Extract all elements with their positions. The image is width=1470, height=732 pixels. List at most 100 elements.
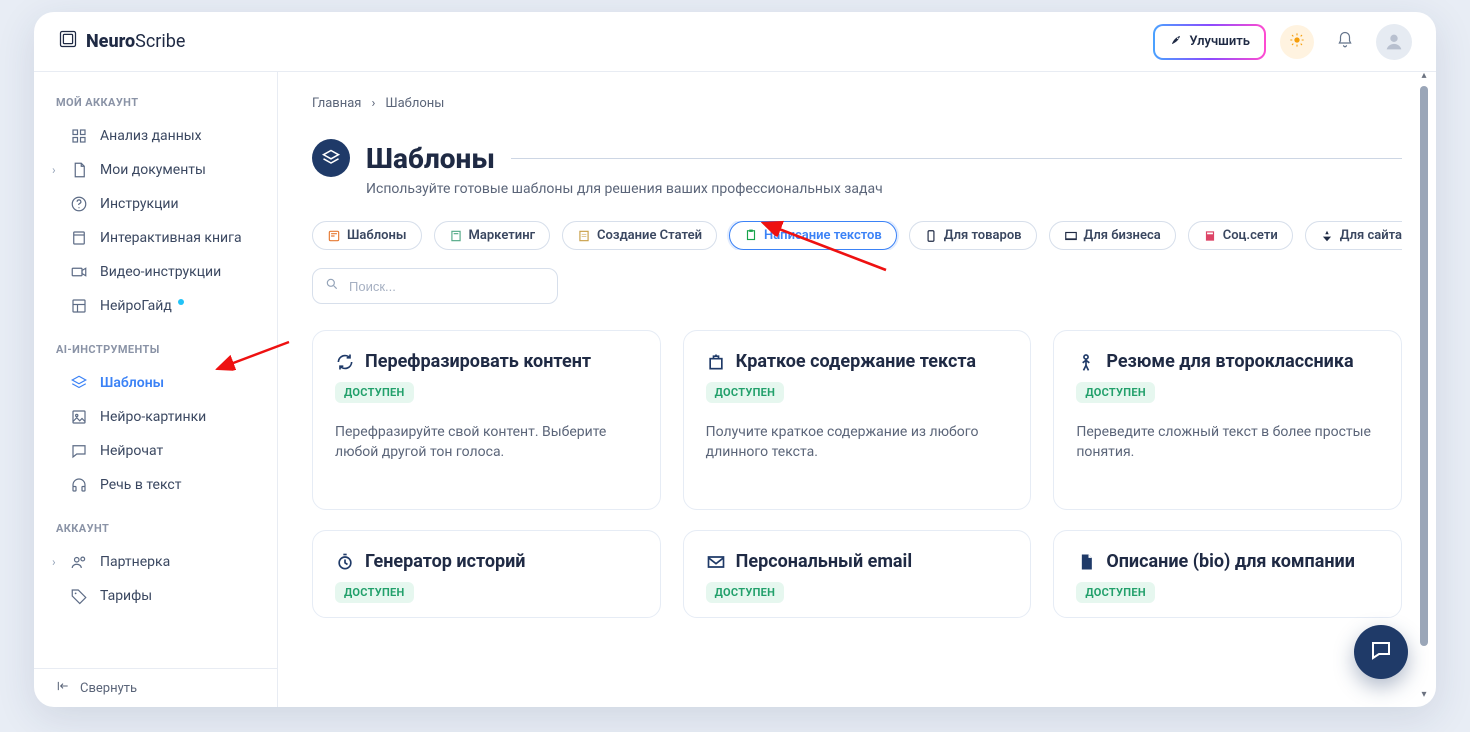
sidebar-item-documents[interactable]: Мои документы [34, 153, 277, 187]
search-input[interactable] [349, 279, 545, 294]
card-title: Перефразировать контент [365, 351, 591, 372]
search-icon [325, 277, 339, 295]
filter-pill-marketing[interactable]: Маркетинг [434, 221, 551, 250]
sidebar-section-acct-title: АККАУНТ [34, 518, 277, 545]
sidebar-item-label: Нейро-картинки [100, 409, 206, 425]
filter-pill-website[interactable]: Для сайта [1305, 221, 1402, 250]
writing-pill-icon [744, 229, 758, 243]
status-badge: ДОСТУПЕН [335, 382, 414, 403]
status-badge: ДОСТУПЕН [706, 382, 785, 403]
bell-icon [1336, 31, 1354, 53]
sidebar-item-video[interactable]: Видео-инструкции [34, 255, 277, 289]
filter-pill-social[interactable]: Соц.сети [1188, 221, 1293, 250]
template-card[interactable]: Генератор историй ДОСТУПЕН [312, 530, 661, 618]
sidebar-item-affiliate[interactable]: Партнерка [34, 545, 277, 579]
avatar[interactable] [1376, 24, 1412, 60]
template-card[interactable]: Краткое содержание текста ДОСТУПЕН Получ… [683, 330, 1032, 510]
marketing-pill-icon [449, 229, 463, 243]
filter-label: Для бизнеса [1084, 228, 1161, 243]
filter-pill-templates[interactable]: Шаблоны [312, 221, 422, 250]
search-box[interactable] [312, 268, 558, 304]
sidebar-collapse[interactable]: Свернуть [34, 668, 277, 707]
status-badge: ДОСТУПЕН [335, 582, 414, 603]
sidebar-item-instructions[interactable]: Инструкции [34, 187, 277, 221]
scroll-down-icon[interactable]: ▾ [1418, 689, 1430, 701]
sidebar-item-tariffs[interactable]: Тарифы [34, 579, 277, 613]
sidebar-section-ai-title: AI-ИНСТРУМЕНТЫ [34, 339, 277, 366]
filter-pill-products[interactable]: Для товаров [909, 221, 1037, 250]
sidebar-item-label: Партнерка [100, 554, 170, 570]
sun-icon [1289, 32, 1305, 52]
chat-icon [70, 442, 88, 460]
sidebar-item-label: Тарифы [100, 588, 152, 604]
scroll-up-icon[interactable]: ▴ [1418, 70, 1430, 82]
filter-pill-business[interactable]: Для бизнеса [1049, 221, 1176, 250]
status-badge: ДОСТУПЕН [1076, 582, 1155, 603]
child-icon [1076, 352, 1096, 372]
page-subtitle: Используйте готовые шаблоны для решения … [366, 181, 1402, 197]
template-card[interactable]: Перефразировать контент ДОСТУПЕН Перефра… [312, 330, 661, 510]
sidebar-section-account-title: МОЙ АККАУНТ [34, 92, 277, 119]
chat-bubble-button[interactable] [1354, 625, 1408, 679]
main: Главная › Шаблоны Шаблоны Используйте го… [278, 72, 1436, 707]
scrollbar-thumb[interactable] [1420, 86, 1428, 646]
users-icon [70, 553, 88, 571]
sidebar-item-label: Шаблоны [100, 375, 164, 391]
notifications-button[interactable] [1328, 25, 1362, 59]
sidebar-item-templates[interactable]: Шаблоны [34, 366, 277, 400]
header: NeuroScribe Улучшить [34, 12, 1436, 72]
title-divider [511, 158, 1402, 159]
card-desc: Перефразируйте свой контент. Выберите лю… [335, 423, 638, 462]
theme-toggle-button[interactable] [1280, 25, 1314, 59]
card-title: Персональный email [736, 551, 912, 572]
template-card[interactable]: Персональный email ДОСТУПЕН [683, 530, 1032, 618]
tag-icon [70, 587, 88, 605]
sidebar-item-label: Мои документы [100, 162, 206, 178]
card-title: Краткое содержание текста [736, 351, 976, 372]
sidebar-item-label: Видео-инструкции [100, 264, 221, 280]
collapse-label: Свернуть [80, 681, 137, 696]
filter-label: Для товаров [944, 228, 1022, 243]
mail-icon [706, 552, 726, 572]
sidebar-item-analytics[interactable]: Анализ данных [34, 119, 277, 153]
articles-pill-icon [577, 229, 591, 243]
card-title: Резюме для второклассника [1106, 351, 1353, 372]
page-title: Шаблоны [366, 142, 495, 175]
brand[interactable]: NeuroScribe [58, 29, 185, 54]
card-desc: Переведите сложный текст в более простые… [1076, 423, 1379, 462]
breadcrumb-current: Шаблоны [385, 96, 444, 111]
sidebar-item-chat[interactable]: Нейрочат [34, 434, 277, 468]
sidebar-item-book[interactable]: Интерактивная книга [34, 221, 277, 255]
social-pill-icon [1203, 229, 1217, 243]
sidebar-item-images[interactable]: Нейро-картинки [34, 400, 277, 434]
app-window: NeuroScribe Улучшить [34, 12, 1436, 707]
sidebar-item-speech[interactable]: Речь в текст [34, 468, 277, 502]
document-icon [70, 161, 88, 179]
sidebar: МОЙ АККАУНТ Анализ данных Мои документы … [34, 72, 278, 707]
filter-label: Для сайта [1340, 228, 1402, 243]
sidebar-item-neuroguide[interactable]: НейроГайд [34, 289, 277, 323]
image-icon [70, 408, 88, 426]
collapse-icon [56, 679, 70, 697]
filter-row: Шаблоны Маркетинг Создание Статей Написа… [312, 221, 1402, 250]
filter-label: Создание Статей [597, 228, 702, 243]
help-icon [70, 195, 88, 213]
templates-pill-icon [327, 229, 341, 243]
brand-name: NeuroScribe [86, 31, 185, 52]
template-card[interactable]: Резюме для второклассника ДОСТУПЕН Перев… [1053, 330, 1402, 510]
book-icon [70, 229, 88, 247]
video-icon [70, 263, 88, 281]
filter-pill-articles[interactable]: Создание Статей [562, 221, 717, 250]
upgrade-button[interactable]: Улучшить [1153, 24, 1266, 60]
breadcrumb-home[interactable]: Главная [312, 96, 361, 111]
filter-label: Шаблоны [347, 228, 407, 243]
business-pill-icon [1064, 229, 1078, 243]
body: МОЙ АККАУНТ Анализ данных Мои документы … [34, 72, 1436, 707]
chat-bubble-icon [1369, 638, 1393, 666]
page-title-icon [312, 139, 350, 177]
filter-pill-writing[interactable]: Написание текстов [729, 221, 897, 250]
layers-icon [70, 374, 88, 392]
card-title: Генератор историй [365, 551, 526, 572]
template-card[interactable]: Описание (bio) для компании ДОСТУПЕН [1053, 530, 1402, 618]
scrollbar[interactable]: ▴ ▾ [1418, 72, 1430, 699]
